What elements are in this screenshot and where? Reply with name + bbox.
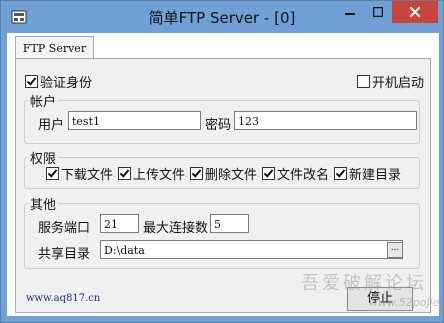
minimize-icon <box>344 13 355 15</box>
minimize-button[interactable] <box>336 1 363 23</box>
watermark-url: www.52pojie.cn <box>369 296 444 309</box>
perm-rename-label: 文件改名 <box>277 167 330 183</box>
account-legend: 帐户 <box>28 91 59 110</box>
perm-mkdir-label: 新建目录 <box>349 167 402 183</box>
close-button[interactable] <box>392 1 438 23</box>
perm-upload-box <box>118 166 131 180</box>
other-legend: 其他 <box>28 194 59 213</box>
port-field[interactable]: 21 <box>100 214 139 233</box>
perm-upload-label: 上传文件 <box>133 167 186 183</box>
maxconn-label: 最大连接数 <box>143 221 209 236</box>
maximize-icon <box>372 7 383 17</box>
app-window: 简单FTP Server - [0] FTP Server 验证身份 开机启动 … <box>0 0 444 323</box>
perm-rename-checkbox[interactable]: 文件改名 <box>262 165 330 183</box>
perm-download-label: 下载文件 <box>61 167 114 183</box>
auth-checkbox-label: 验证身份 <box>40 75 93 91</box>
maxconn-field[interactable]: 5 <box>210 214 249 233</box>
port-label: 服务端口 <box>38 221 91 236</box>
close-icon <box>410 7 420 17</box>
website-link[interactable]: www.aq817.cn <box>26 293 100 304</box>
watermark: 吾爱破解论坛 <box>301 273 427 294</box>
perm-delete-label: 删除文件 <box>205 167 258 183</box>
password-label: 密码 <box>205 118 232 133</box>
title-bar: 简单FTP Server - [0] <box>1 1 443 33</box>
autostart-checkbox-label: 开机启动 <box>372 75 425 91</box>
auth-checkbox-box <box>25 74 38 88</box>
perm-download-box <box>46 166 59 180</box>
auth-checkbox[interactable]: 验证身份 <box>25 73 93 91</box>
perm-upload-checkbox[interactable]: 上传文件 <box>118 165 186 183</box>
user-label: 用户 <box>38 118 65 133</box>
autostart-checkbox-box <box>357 74 370 88</box>
share-dir-field[interactable]: D:\data <box>100 240 403 259</box>
perm-delete-box <box>190 166 203 180</box>
browse-button[interactable]: ... <box>387 242 403 258</box>
perm-rename-box <box>262 166 275 180</box>
perm-mkdir-box <box>334 166 347 180</box>
tab-ftp-server[interactable]: FTP Server <box>15 36 94 59</box>
perm-download-checkbox[interactable]: 下载文件 <box>46 165 114 183</box>
perm-delete-checkbox[interactable]: 删除文件 <box>190 165 258 183</box>
perm-mkdir-checkbox[interactable]: 新建目录 <box>334 165 402 183</box>
user-field[interactable]: test1 <box>68 111 201 130</box>
autostart-checkbox[interactable]: 开机启动 <box>357 73 425 91</box>
maximize-button[interactable] <box>364 1 391 23</box>
password-field[interactable]: 123 <box>234 111 417 130</box>
share-label: 共享目录 <box>38 247 91 262</box>
